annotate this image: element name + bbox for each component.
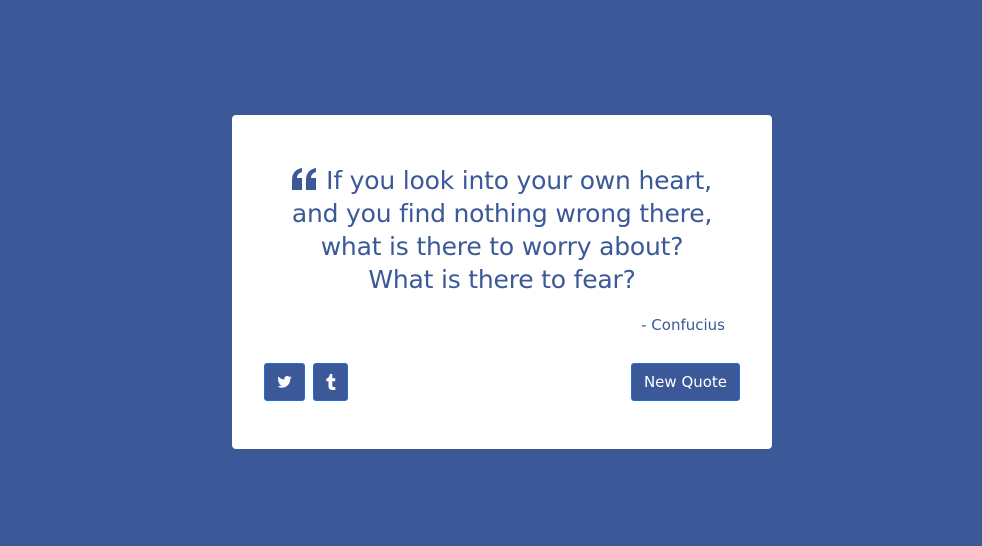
quote-author: - Confucius: [641, 316, 725, 334]
quote-line-1: If you look into your own heart,: [262, 164, 742, 197]
quote-line-1-text: If you look into your own heart,: [326, 166, 712, 195]
quote-line-2: and you find nothing wrong there,: [291, 199, 713, 228]
quote-card: If you look into your own heart, and you…: [232, 115, 772, 449]
tumblr-icon: [325, 374, 335, 390]
quote-left-icon: [292, 168, 317, 190]
tumblr-quote-button[interactable]: [313, 363, 348, 401]
quote-line-4: What is there to fear?: [368, 265, 636, 294]
quote-line-3: what is there to worry about?: [320, 232, 684, 261]
twitter-icon: [277, 376, 292, 388]
quote-text: If you look into your own heart, and you…: [262, 164, 742, 296]
tweet-quote-button[interactable]: [264, 363, 305, 401]
new-quote-button[interactable]: New Quote: [631, 363, 740, 401]
